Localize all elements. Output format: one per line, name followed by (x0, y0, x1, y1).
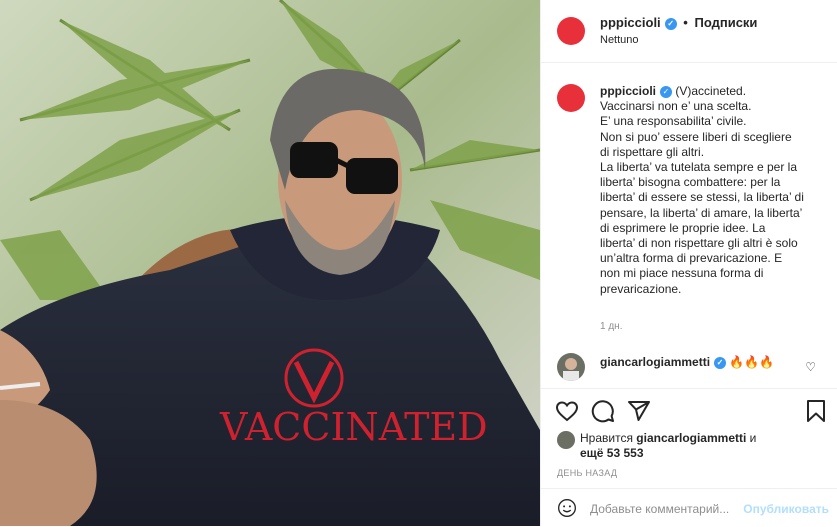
caption-line: liberta’ di essere se stessi, la liberta… (600, 190, 804, 205)
instagram-post: VACCINATED pppiccioli ✓ • Подписки Nettun… (0, 0, 837, 526)
action-bar (541, 388, 837, 429)
separator-dot: • (683, 15, 688, 30)
emoji-icon[interactable] (557, 498, 577, 518)
publish-button[interactable]: Опубликовать (743, 502, 829, 516)
author-line: pppiccioli ✓ • Подписки (600, 15, 757, 30)
caption-line: pensare, la liberta’ di amare, la libert… (600, 205, 803, 220)
add-comment-bar: Добавьте комментарий... Опубликовать (541, 488, 837, 527)
following-button[interactable]: Подписки (694, 15, 757, 30)
caption-username[interactable]: pppiccioli (600, 84, 656, 98)
caption-line: La liberta’ va tutelata sempre e per la (600, 160, 797, 175)
comment-input[interactable]: Добавьте комментарий... (590, 502, 729, 516)
bookmark-icon[interactable] (804, 399, 828, 423)
heart-icon[interactable] (555, 399, 579, 423)
post-photo[interactable]: VACCINATED (0, 0, 540, 526)
location-link[interactable]: Nettuno (600, 34, 639, 46)
likes-connector: и (746, 431, 757, 445)
caption-line: Non si puo’ essere liberi di scegliere (600, 129, 792, 144)
verified-badge-icon: ✓ (664, 17, 677, 30)
post-header: pppiccioli ✓ • Подписки Nettuno (541, 0, 837, 63)
caption-line: di rispettare gli altri. (600, 144, 705, 159)
caption-line: (V)accineted. (675, 84, 747, 98)
likes-text: Нравится giancarlogiammetti и ещё 53 553 (580, 431, 756, 461)
caption-line: liberta’ di non rispettare gli altri è s… (600, 236, 798, 251)
comment-text: 🔥🔥🔥 (729, 355, 775, 369)
likes-count-link[interactable]: ещё 53 553 (580, 446, 644, 460)
comment-icon[interactable] (591, 399, 615, 423)
hoodie-print: VACCINATED (220, 405, 488, 449)
author-username[interactable]: pppiccioli (600, 15, 661, 30)
verified-badge-icon: ✓ (660, 85, 673, 98)
caption-timestamp[interactable]: 1 дн. (600, 321, 622, 332)
comment-line: giancarlogiammetti ✓ 🔥🔥🔥 (600, 355, 774, 369)
caption-line: prevaricazione. (600, 281, 682, 296)
comment-row: giancarlogiammetti ✓ 🔥🔥🔥 ♡ (557, 353, 822, 383)
share-icon[interactable] (627, 399, 651, 423)
liker-username[interactable]: giancarlogiammetti (636, 431, 746, 445)
post-age[interactable]: ДЕНЬ НАЗАД (557, 468, 617, 478)
post-sidebar: pppiccioli ✓ • Подписки Nettuno pppicciol… (540, 0, 837, 526)
caption-body: pppiccioli ✓ (V)accineted. Vaccinarsi non… (600, 84, 822, 297)
caption-line: un’altra forma di prevaricazione. E (600, 251, 783, 266)
caption-line: E’ una responsabilita’ civile. (600, 114, 747, 129)
liker-avatar[interactable] (557, 431, 575, 449)
comment-like-icon[interactable]: ♡ (805, 360, 816, 374)
caption-line: non mi piace nessuna forma di (600, 266, 764, 281)
commenter-username[interactable]: giancarlogiammetti (600, 355, 710, 369)
caption-line: liberta’ bisogna combattere: per la (600, 175, 781, 190)
caption-line: di esprimere le proprie idee. La (600, 220, 766, 235)
caption-line: Vaccinarsi non e’ una scelta. (600, 99, 752, 114)
likes-prefix: Нравится (580, 431, 637, 445)
verified-badge-icon: ✓ (714, 356, 727, 369)
caption-avatar[interactable] (557, 84, 585, 112)
author-avatar[interactable] (557, 17, 585, 45)
commenter-avatar[interactable] (557, 353, 585, 381)
